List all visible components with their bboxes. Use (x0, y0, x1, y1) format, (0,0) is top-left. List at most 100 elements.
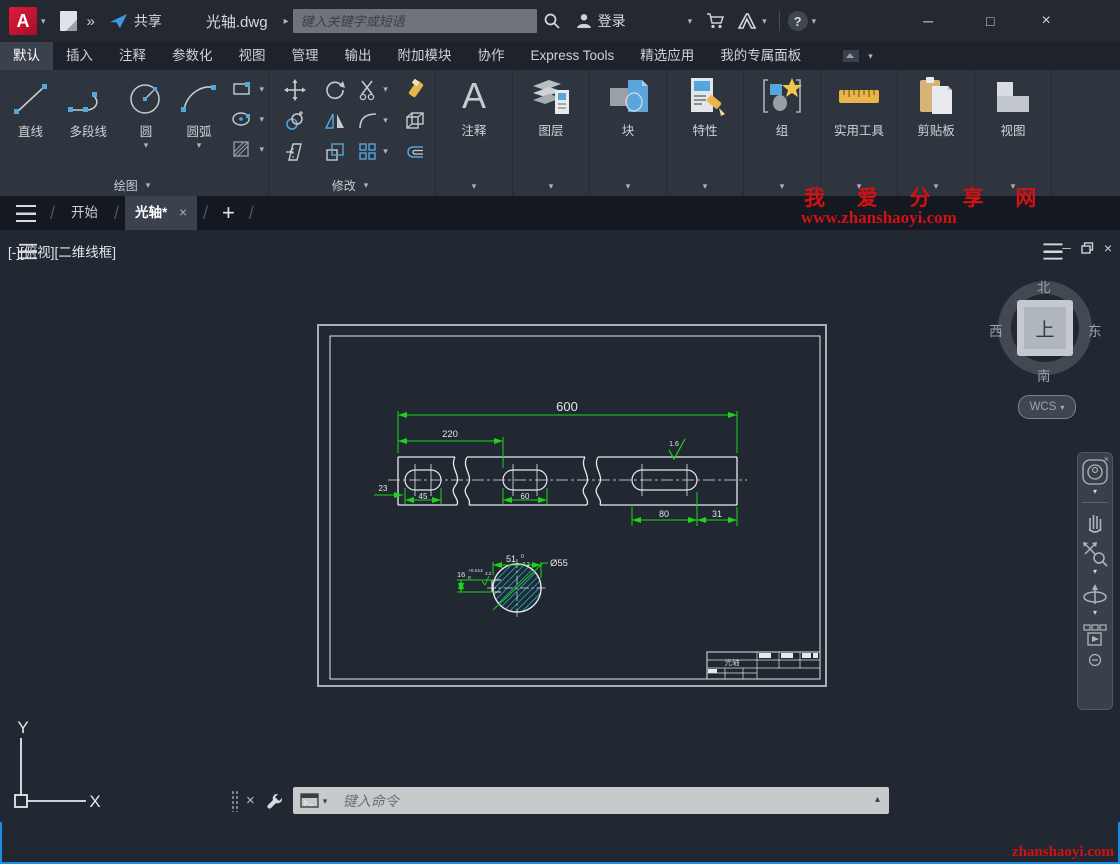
viewcube-face-top[interactable]: 上 (1017, 300, 1073, 356)
panel-utilities[interactable]: 实用工具 ▾ (821, 70, 898, 196)
fillet-button[interactable]: ▾ (355, 105, 395, 136)
command-prompt-icon[interactable] (300, 793, 319, 808)
maximize-button[interactable]: □ (970, 6, 1010, 36)
panel-group[interactable]: 组 ▾ (744, 70, 821, 196)
search-icon[interactable] (543, 12, 561, 30)
ellipse-button[interactable]: ▾ (231, 104, 268, 134)
share-label[interactable]: 共享 (134, 11, 162, 31)
line-button[interactable]: 直线 (6, 74, 55, 140)
panel-draw-label[interactable]: 绘图 ▾ (0, 174, 268, 196)
login-caret-icon[interactable]: ▾ (688, 16, 693, 27)
offset-button[interactable] (395, 136, 435, 167)
command-customize-icon[interactable] (265, 791, 285, 811)
command-expand-icon[interactable]: ▴ (875, 794, 880, 805)
zoom-icon[interactable] (1082, 541, 1108, 567)
command-close-icon[interactable]: × (246, 792, 255, 809)
ribbon-display-caret-icon[interactable]: ▾ (868, 51, 873, 62)
viewport-minimize-icon[interactable]: ─ (1062, 241, 1071, 255)
zoom-caret-icon[interactable]: ▾ (1093, 567, 1097, 576)
login-label[interactable]: 登录 (598, 11, 626, 31)
ribbon-tab-view[interactable]: 视图 (226, 42, 279, 70)
ribbon-tab-insert[interactable]: 插入 (53, 42, 106, 70)
ribbon-tab-default[interactable]: 默认 (0, 42, 53, 70)
orbit-icon[interactable] (1081, 582, 1109, 608)
layers-caret-icon[interactable]: ▾ (549, 181, 554, 192)
ribbon-tab-output[interactable]: 输出 (332, 42, 385, 70)
3d-box-button[interactable] (395, 105, 435, 136)
ribbon-display-toggle[interactable]: ▾ (842, 42, 877, 70)
showmotion-icon[interactable] (1082, 623, 1108, 647)
ribbon-tab-manage[interactable]: 管理 (279, 42, 332, 70)
panel-properties[interactable]: 特性 ▾ (667, 70, 744, 196)
rectangle-button[interactable]: ▾ (231, 74, 268, 104)
viewport-restore-icon[interactable] (1081, 242, 1094, 254)
viewport-close-icon[interactable]: × (1104, 240, 1112, 256)
new-drawing-tab-button[interactable]: + (222, 200, 235, 226)
customization-menu-icon[interactable] (1043, 242, 1063, 260)
autodesk-caret-icon[interactable]: ▾ (762, 16, 767, 27)
help-icon[interactable]: ? (787, 11, 808, 31)
close-button[interactable]: × (1026, 6, 1066, 36)
ribbon-tab-mypanel[interactable]: 我的专属面板 (707, 42, 814, 70)
wcs-selector[interactable]: WCS ▾ (1018, 395, 1076, 419)
navbar-close-icon[interactable]: × (1104, 454, 1109, 464)
share-icon[interactable] (109, 12, 129, 30)
panel-modify-label[interactable]: 修改 ▾ (269, 174, 435, 196)
wheel-caret-icon[interactable]: ▾ (1093, 487, 1097, 496)
search-flyout-caret-icon[interactable]: ▸ (284, 16, 289, 27)
command-input[interactable] (292, 786, 889, 815)
trim-button[interactable]: ▾ (355, 74, 395, 105)
command-drag-handle[interactable] (231, 789, 238, 812)
viewcube-west[interactable]: 西 (989, 320, 1003, 340)
layout-menu-icon[interactable] (19, 243, 37, 259)
ucs-icon[interactable]: Y X (0, 700, 120, 818)
app-menu-caret-icon[interactable]: ▾ (41, 16, 46, 27)
ribbon-tab-collaborate[interactable]: 协作 (465, 42, 518, 70)
ribbon-tab-express[interactable]: Express Tools (518, 42, 628, 70)
search-input[interactable] (292, 9, 537, 33)
panel-annotate[interactable]: A 注释 ▾ (436, 70, 513, 196)
autodesk-logo[interactable] (736, 12, 758, 30)
panel-clipboard[interactable]: 剪贴板 ▾ (898, 70, 975, 196)
circle-button[interactable]: 圆 ▾ (121, 74, 170, 151)
command-history-caret-icon[interactable]: ▾ (323, 796, 328, 807)
scale-button[interactable] (315, 136, 355, 167)
stretch-button[interactable] (275, 136, 315, 167)
group-caret-icon[interactable]: ▾ (780, 181, 785, 192)
drawing-canvas[interactable]: 600 220 23 45 60 80 31 1.6 51 0 -0.2 Ø55… (295, 278, 855, 708)
ribbon-tab-annotate[interactable]: 注释 (106, 42, 159, 70)
help-caret-icon[interactable]: ▾ (812, 16, 817, 27)
panel-layers[interactable]: 图层 ▾ (513, 70, 590, 196)
annotate-caret-icon[interactable]: ▾ (472, 181, 477, 192)
block-caret-icon[interactable]: ▾ (626, 181, 631, 192)
arc-caret-icon[interactable]: ▾ (197, 140, 202, 151)
viewcube[interactable]: 上 北 西 东 南 (985, 270, 1105, 392)
model-space[interactable]: [-][俯视][二维线框] ─ × 上 北 西 东 南 WCS ▾ × ▾ ▾ … (0, 230, 1120, 822)
minimize-button[interactable]: ─ (908, 6, 948, 36)
ribbon-tab-parametric[interactable]: 参数化 (159, 42, 226, 70)
orbit-caret-icon[interactable]: ▾ (1093, 608, 1097, 617)
qat-expand-icon[interactable]: » (87, 13, 95, 30)
viewcube-north[interactable]: 北 (1037, 276, 1051, 296)
user-icon[interactable] (575, 12, 593, 30)
pan-icon[interactable] (1083, 509, 1107, 535)
new-file-icon[interactable] (59, 11, 77, 31)
polyline-button[interactable]: 多段线 (59, 74, 117, 140)
file-tab-current[interactable]: 光轴* × (125, 196, 197, 230)
viewcube-south[interactable]: 南 (1037, 365, 1051, 385)
rotate-button[interactable] (315, 74, 355, 105)
array-button[interactable]: ▾ (355, 136, 395, 167)
panel-block[interactable]: 块 ▾ (590, 70, 667, 196)
file-tab-start[interactable]: 开始 (61, 196, 108, 230)
navbar-menu-icon[interactable] (1088, 653, 1102, 667)
file-tab-close-icon[interactable]: × (179, 205, 187, 220)
file-tab-menu-icon[interactable] (16, 204, 36, 222)
move-button[interactable] (275, 74, 315, 105)
viewcube-east[interactable]: 东 (1088, 320, 1102, 340)
erase-button[interactable] (395, 74, 435, 105)
navigation-bar[interactable]: × ▾ ▾ ▾ (1077, 452, 1113, 710)
panel-view[interactable]: 视图 ▾ (975, 70, 1052, 196)
arc-button[interactable]: 圆弧 ▾ (174, 74, 223, 151)
autocad-logo[interactable]: A (9, 7, 37, 35)
ribbon-tab-addins[interactable]: 附加模块 (385, 42, 465, 70)
